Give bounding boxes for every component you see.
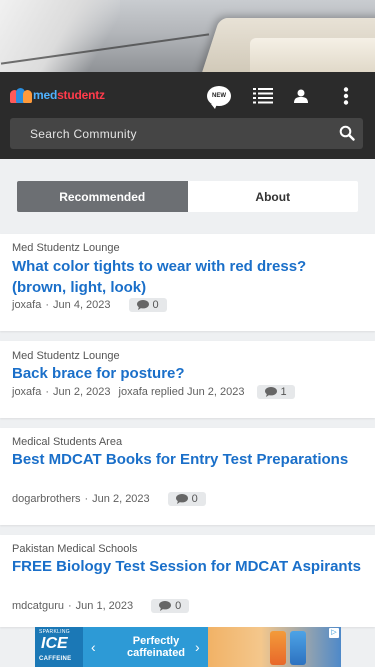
thread-card: Pakistan Medical Schools FREE Biology Te… [0, 535, 375, 627]
tab-bar: Recommended About [17, 181, 358, 212]
thread-title-link[interactable]: FREE Biology Test Session for MDCAT Aspi… [12, 556, 362, 577]
comment-icon [159, 601, 172, 611]
ad-banner[interactable]: SPARKLING ICE CAFFEINE ‹ Perfectly caffe… [35, 627, 341, 667]
thread-author[interactable]: joxafa [12, 299, 41, 311]
thread-forum-link[interactable]: Medical Students Area [12, 436, 122, 448]
user-icon [294, 89, 308, 103]
ad-choices-icon[interactable]: ▷ [329, 628, 339, 638]
more-vertical-icon [343, 87, 349, 105]
reply-count-badge: 0 [128, 298, 167, 312]
list-icon [253, 88, 273, 104]
tab-recommended[interactable]: Recommended [17, 181, 188, 212]
thread-forum-link[interactable]: Med Studentz Lounge [12, 242, 120, 254]
search-icon[interactable] [339, 125, 355, 141]
site-logo[interactable]: medstudentz [10, 86, 105, 104]
ad-headline: Perfectly caffeinated [126, 635, 186, 659]
thread-date: Jun 1, 2023 [75, 600, 134, 612]
new-posts-icon: NEW [207, 86, 231, 109]
reply-count-badge: 0 [151, 599, 190, 613]
logo-people-icon [10, 87, 32, 103]
thread-meta: mdcatguru · Jun 1, 2023 0 [12, 599, 190, 613]
ad-brand-logo: SPARKLING ICE CAFFEINE [35, 627, 83, 667]
search-community-field[interactable]: Search Community [10, 118, 363, 149]
thread-forum-link[interactable]: Med Studentz Lounge [12, 350, 120, 362]
thread-meta: joxafa · Jun 4, 2023 0 [12, 298, 167, 312]
thread-card: Med Studentz Lounge Back brace for postu… [0, 341, 375, 418]
thread-title-link[interactable]: Best MDCAT Books for Entry Test Preparat… [12, 449, 362, 470]
reply-count-badge: 0 [167, 492, 206, 506]
ad-next-arrow-icon[interactable]: › [195, 639, 200, 655]
thread-card: Med Studentz Lounge What color tights to… [0, 234, 375, 331]
ad-prev-arrow-icon[interactable]: ‹ [91, 639, 96, 655]
last-reply-info[interactable]: joxafa replied Jun 2, 2023 [119, 386, 245, 398]
thread-title-link[interactable]: What color tights to wear with red dress… [12, 256, 362, 298]
more-menu-button[interactable] [332, 82, 360, 110]
thread-meta: joxafa · Jun 2, 2023 joxafa replied Jun … [12, 385, 295, 399]
thread-author[interactable]: dogarbrothers [12, 493, 81, 505]
logo-text: medstudentz [33, 88, 105, 102]
thread-author[interactable]: joxafa [12, 386, 41, 398]
thread-date: Jun 2, 2023 [92, 493, 150, 505]
tab-about[interactable]: About [187, 181, 358, 212]
thread-forum-link[interactable]: Pakistan Medical Schools [12, 543, 137, 555]
new-posts-button[interactable]: NEW [205, 82, 233, 110]
comment-icon [136, 300, 149, 310]
thread-card: Medical Students Area Best MDCAT Books f… [0, 428, 375, 525]
thread-author[interactable]: mdcatguru [12, 600, 64, 612]
thread-date: Jun 2, 2023 [53, 386, 111, 398]
thread-date: Jun 4, 2023 [53, 299, 111, 311]
comment-icon [175, 494, 188, 504]
thread-title-link[interactable]: Back brace for posture? [12, 363, 362, 384]
thread-meta: dogarbrothers · Jun 2, 2023 0 [12, 492, 206, 506]
comment-icon [264, 387, 277, 397]
site-header: medstudentz NEW Search Community [0, 72, 375, 159]
search-placeholder: Search Community [30, 127, 137, 141]
reply-count-badge: 1 [256, 385, 295, 399]
whats-new-list-button[interactable] [249, 82, 277, 110]
account-button[interactable] [287, 82, 315, 110]
hero-banner-image [0, 0, 375, 72]
ad-product-image [208, 627, 341, 667]
